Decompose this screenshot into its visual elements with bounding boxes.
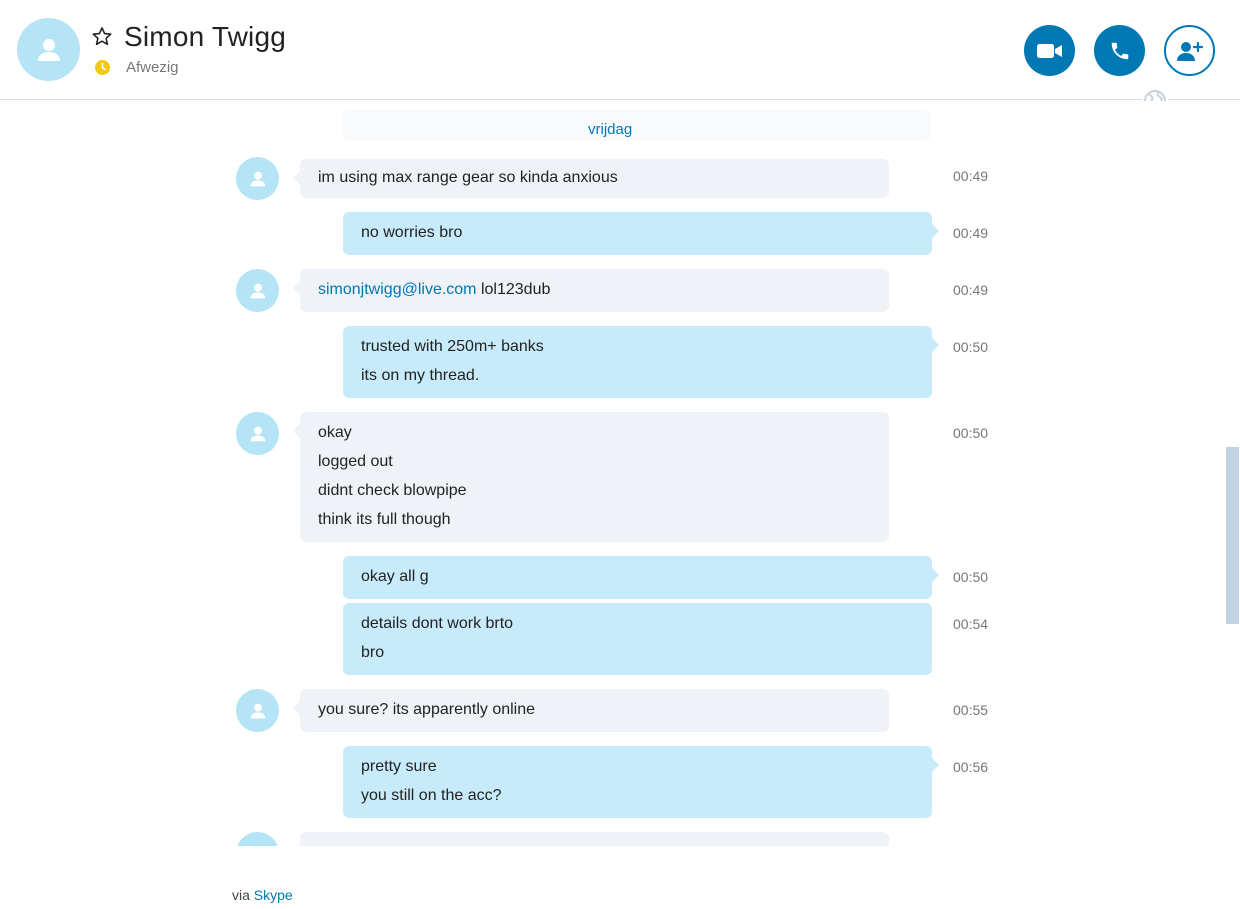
message-bubble-outgoing[interactable]: details dont work brto bro [343,603,932,675]
message-time: 00:49 [953,225,989,241]
date-separator: vrijdag [588,121,633,138]
message-text: you sure? its apparently online [318,701,536,718]
away-status-icon [95,60,110,75]
message-bubble-incoming[interactable]: im using max range gear so kinda anxious [293,159,889,198]
chat-history[interactable]: vrijdag im using max range gear so kinda… [0,101,1225,846]
audio-call-button[interactable] [1094,25,1145,76]
message-bubble-outgoing[interactable]: trusted with 250m+ banks its on my threa… [343,326,939,398]
message-time: 00:50 [953,425,989,441]
message-bubble-outgoing[interactable]: okay all g [343,556,939,599]
sender-avatar[interactable] [236,269,279,312]
message-text: im using max range gear so kinda anxious [318,169,618,186]
skype-link[interactable]: Skype [254,887,293,903]
message-text: no worries bro [361,224,463,241]
person-icon [250,426,265,441]
message-time: 00:56 [953,759,989,775]
person-icon [37,38,60,61]
sender-avatar[interactable] [236,157,279,200]
message-text: its on my thread. [361,367,480,384]
person-icon [250,283,265,298]
message-time: 00:49 [953,282,989,298]
message-text: okay all g [361,568,429,585]
message-time: 00:55 [953,702,989,718]
message-text: you still on the acc? [361,787,502,804]
message-text: bro [361,644,385,661]
message-time: 00:54 [953,616,989,632]
contact-status: Afwezig [126,59,179,76]
email-link[interactable]: simonjtwigg@live.com [318,281,477,298]
message-bubble-outgoing[interactable]: pretty sure you still on the acc? [343,746,939,818]
contact-name[interactable]: Simon Twigg [124,21,286,53]
phone-icon [1111,42,1128,59]
message-bubble-incoming[interactable]: you sure? its apparently online [293,689,889,732]
conversation-header: Simon Twigg Afwezig [0,0,1240,100]
message-bubble-incoming[interactable]: simonjtwigg@live.com lol123dub [293,269,889,312]
person-icon [250,171,265,186]
message-text: trusted with 250m+ banks [361,338,544,355]
message-text: pretty sure [361,758,437,775]
message-text: think its full though [318,511,451,528]
favorite-star-icon[interactable] [90,25,114,49]
video-call-button[interactable] [1024,25,1075,76]
via-label: via [232,887,250,903]
sender-avatar[interactable] [236,689,279,732]
message-text: okay [318,424,352,441]
message-text: didnt check blowpipe [318,482,467,499]
add-people-button[interactable] [1164,25,1215,76]
message-text: details dont work brto [361,615,514,632]
message-bubble-incoming[interactable]: okay logged out didnt check blowpipe thi… [293,412,889,542]
add-person-icon [1176,41,1203,61]
message-time: 00:50 [953,569,989,585]
message-text-fragment: lol123dub [476,281,551,298]
chat-scrollbar-thumb[interactable] [1226,447,1239,624]
message-time: 00:50 [953,339,989,355]
message-bubble-outgoing[interactable]: no worries bro [343,212,939,255]
sender-avatar[interactable] [236,412,279,455]
via-skype-footer: via Skype [232,887,293,903]
message-text: logged out [318,453,393,470]
contact-avatar[interactable] [17,18,80,81]
message-bubble-incoming[interactable] [293,832,889,846]
person-icon [250,703,265,718]
message-text: simonjtwigg@live.com lol123dub [318,275,871,304]
previous-message-bubble [343,109,931,141]
sender-avatar[interactable] [236,832,279,846]
video-camera-icon [1036,43,1062,58]
message-time: 00:49 [953,168,989,184]
